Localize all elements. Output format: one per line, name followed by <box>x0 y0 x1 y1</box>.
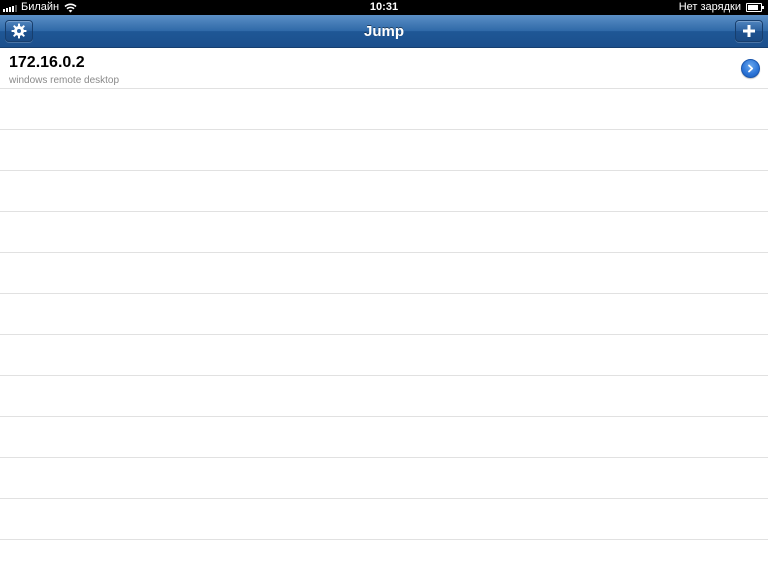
connection-name: 172.16.0.2 <box>9 54 85 71</box>
navigation-bar: Jump <box>0 15 768 48</box>
disclosure-arrow-icon <box>746 64 755 73</box>
list-item[interactable]: 172.16.0.2 windows remote desktop <box>0 48 768 89</box>
charging-status: Нет зарядки <box>678 1 741 13</box>
plus-icon <box>743 25 755 37</box>
status-time: 10:31 <box>369 1 399 13</box>
battery-icon <box>746 3 764 12</box>
connections-list: 172.16.0.2 windows remote desktop <box>0 48 768 576</box>
settings-button[interactable] <box>5 20 33 42</box>
page-title: Jump <box>363 23 404 40</box>
status-right-group: Нет зарядки <box>679 0 764 15</box>
connection-type: windows remote desktop <box>9 75 120 86</box>
disclosure-button[interactable] <box>741 59 760 78</box>
battery-level-fill <box>748 5 759 10</box>
gear-icon <box>11 23 27 39</box>
add-connection-button[interactable] <box>735 20 763 42</box>
status-bar: Билайн 10:31 Нет зарядки <box>0 0 768 15</box>
